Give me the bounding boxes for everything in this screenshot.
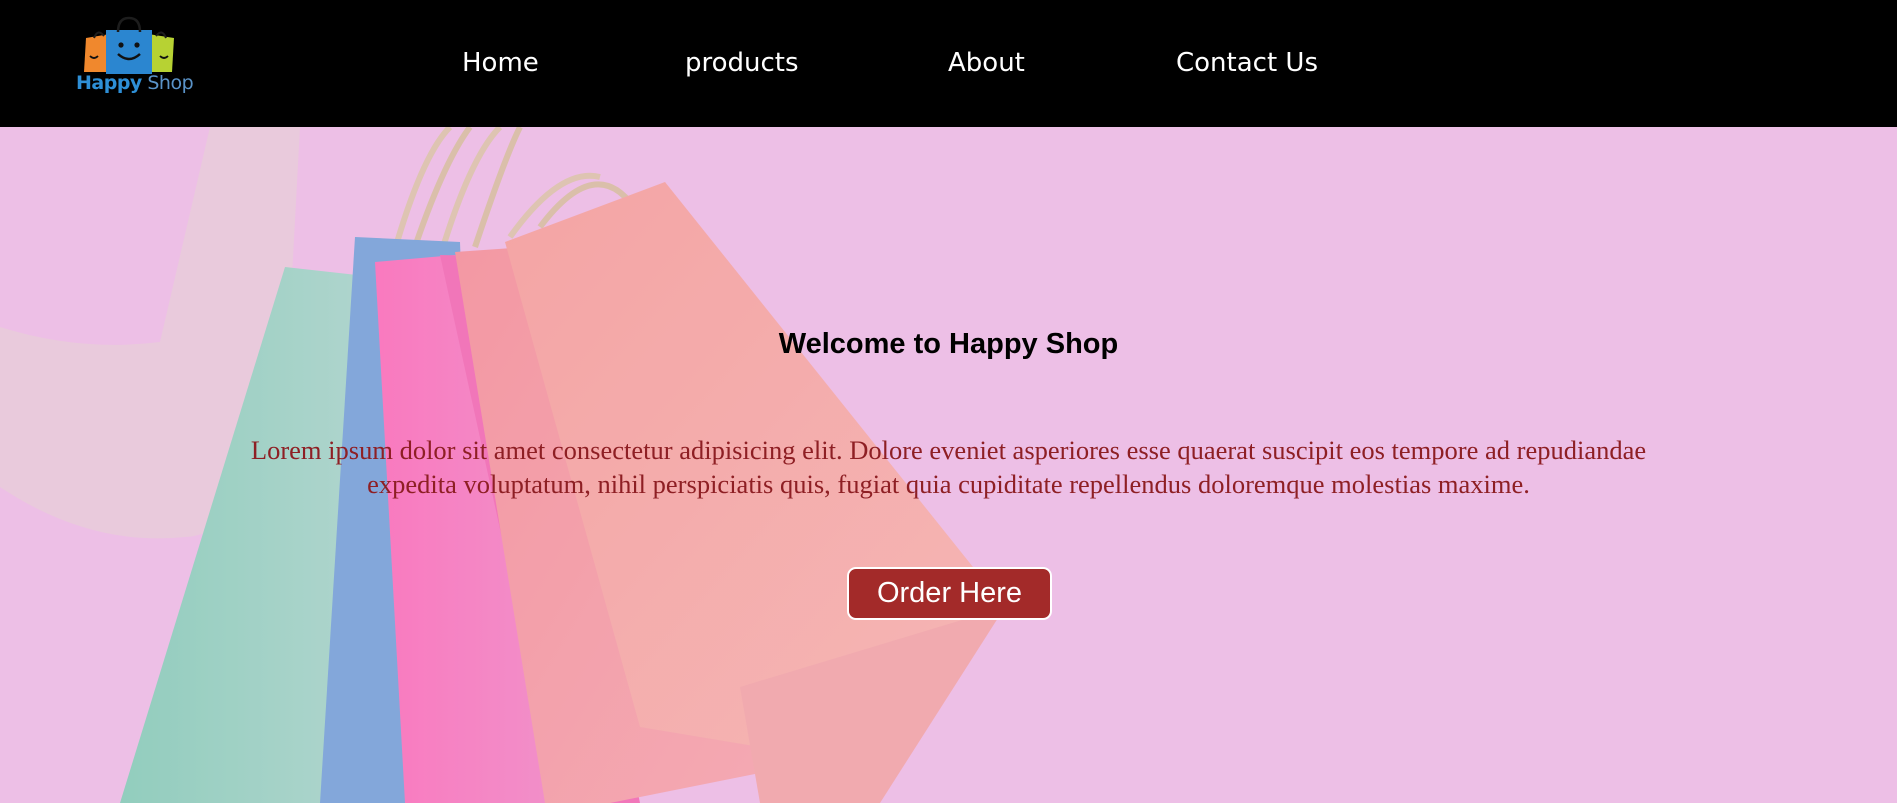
- shopping-bags-icon: [84, 16, 174, 74]
- nav-about-link[interactable]: About: [948, 46, 1025, 80]
- nav-products-link[interactable]: products: [685, 46, 799, 80]
- logo-text-shop: Shop: [141, 72, 194, 94]
- hero-description: Lorem ipsum dolor sit amet consectetur a…: [250, 434, 1647, 499]
- nav-home-link[interactable]: Home: [462, 46, 539, 80]
- navbar: Happy Shop Home products About Contact U…: [0, 0, 1897, 127]
- happy-shop-logo[interactable]: Happy Shop: [76, 16, 194, 98]
- logo-text: Happy Shop: [76, 72, 194, 94]
- nav-contact-us-link[interactable]: Contact Us: [1176, 46, 1318, 80]
- order-here-button[interactable]: Order Here: [847, 567, 1052, 620]
- logo-text-happy: Happy: [76, 72, 142, 94]
- hero-title: Welcome to Happy Shop: [778, 328, 1119, 361]
- hero-section: Welcome to Happy Shop Lorem ipsum dolor …: [0, 127, 1897, 803]
